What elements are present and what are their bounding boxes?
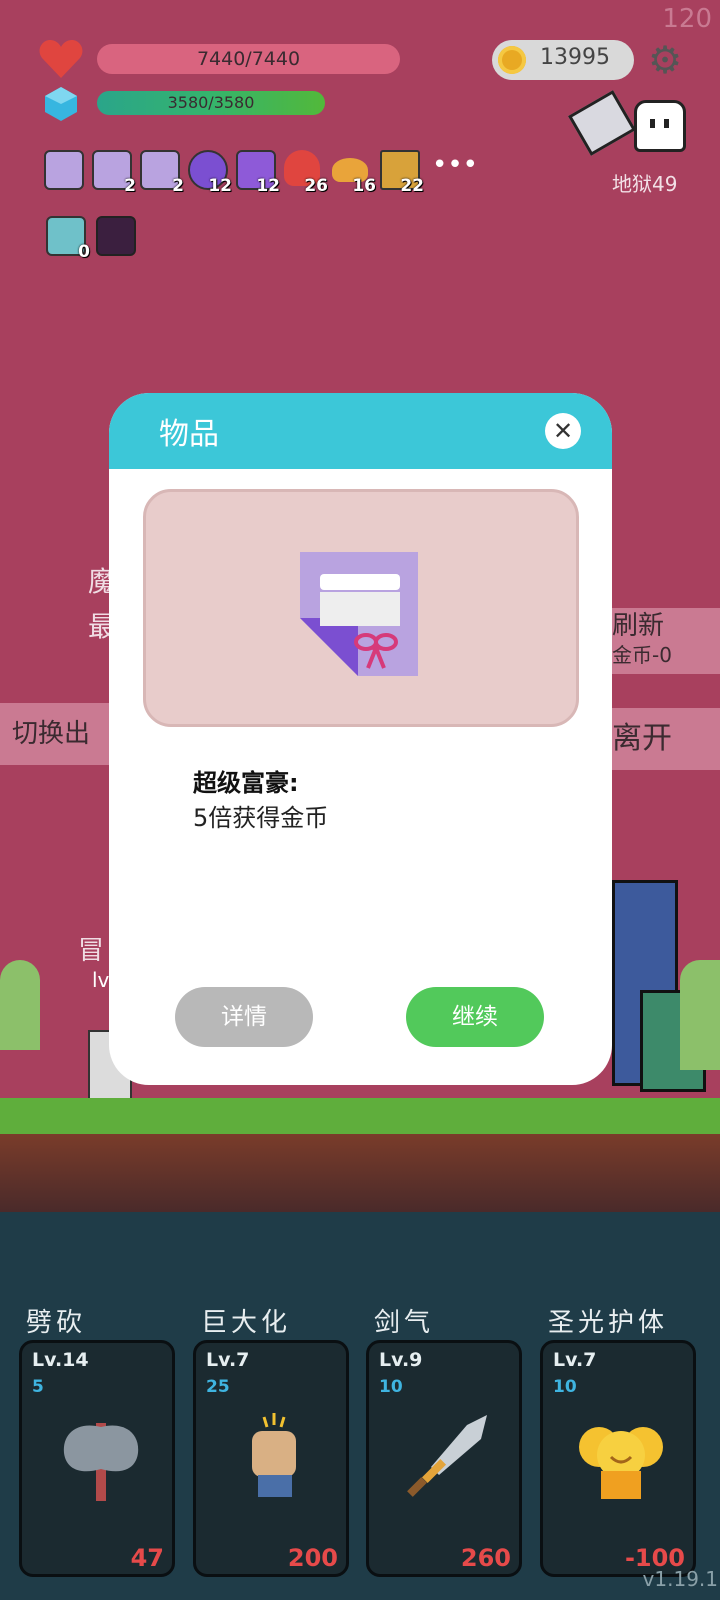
adventurer-label: 冒 <box>78 936 105 966</box>
item-preview <box>143 489 579 727</box>
inventory-slot[interactable]: 12 <box>186 148 232 196</box>
dialog-title: 物品 <box>159 417 219 452</box>
close-icon: ✕ <box>552 417 574 445</box>
inventory-slot[interactable]: 2 <box>90 148 136 196</box>
skill-card-holy-light[interactable]: Lv.7 10 -100 <box>540 1340 696 1577</box>
buff-slot[interactable] <box>94 214 136 258</box>
ground-dirt <box>0 1134 720 1212</box>
skill-card-chop[interactable]: Lv.14 5 47 <box>19 1340 175 1577</box>
inventory-slot[interactable] <box>42 148 84 192</box>
adventurer-level: lv <box>92 968 110 992</box>
version-label: v1.19.1 <box>642 1567 718 1591</box>
holy-shield-icon <box>573 1413 669 1507</box>
close-button[interactable]: ✕ <box>545 413 581 449</box>
axe-icon <box>58 1413 144 1507</box>
buff-bar: 0 <box>44 214 136 262</box>
gift-scroll-icon <box>44 150 84 190</box>
inventory-slot[interactable]: 16 <box>330 148 376 196</box>
heart-icon <box>38 38 84 80</box>
cleaver-icon[interactable] <box>567 90 637 156</box>
continue-button[interactable]: 继续 <box>406 987 544 1047</box>
item-name: 超级富豪: <box>193 769 299 797</box>
dungeon-level-label: 地狱49 <box>612 172 678 196</box>
coin-icon <box>498 46 526 74</box>
fps-counter: 120 <box>662 4 712 34</box>
buff-slot[interactable]: 0 <box>44 214 90 262</box>
item-description: 5倍获得金币 <box>193 804 329 832</box>
ground-grass <box>0 1098 720 1134</box>
game-screen: { "hud": { "fps": "120", "hp_text": "744… <box>0 0 720 1600</box>
skill-name: 劈砍 <box>26 1308 87 1338</box>
fist-icon <box>242 1413 306 1507</box>
gift-scroll-icon <box>296 548 420 684</box>
inventory-bar: 2 2 12 12 26 16 22 <box>42 148 424 196</box>
inventory-slot[interactable]: 26 <box>282 148 328 196</box>
tree <box>680 960 720 1070</box>
tree <box>0 960 40 1050</box>
coin-amount: 13995 <box>540 45 610 70</box>
inventory-slot[interactable]: 2 <box>138 148 184 196</box>
inventory-slot[interactable]: 22 <box>378 148 424 196</box>
mana-crystal-icon <box>44 86 78 122</box>
detail-button[interactable]: 详情 <box>175 987 313 1047</box>
hp-bar: 7440/7440 <box>97 44 400 74</box>
demon-icon <box>96 216 136 256</box>
skill-card-giant[interactable]: Lv.7 25 200 <box>193 1340 349 1577</box>
skill-name: 剑气 <box>374 1308 435 1338</box>
sword-icon <box>399 1409 495 1513</box>
ghost-icon[interactable] <box>634 100 686 152</box>
inventory-slot[interactable]: 12 <box>234 148 280 196</box>
gear-icon[interactable]: ⚙ <box>648 40 682 80</box>
item-dialog: 物品 ✕ 超级富豪: 5倍获得金币 详情 继续 <box>109 393 612 1085</box>
mp-bar: 3580/3580 <box>97 91 325 115</box>
skill-name: 圣光护体 <box>548 1308 669 1338</box>
skill-card-sword-qi[interactable]: Lv.9 10 260 <box>366 1340 522 1577</box>
more-items-icon[interactable]: ••• <box>432 150 478 180</box>
skill-name: 巨大化 <box>201 1308 292 1338</box>
